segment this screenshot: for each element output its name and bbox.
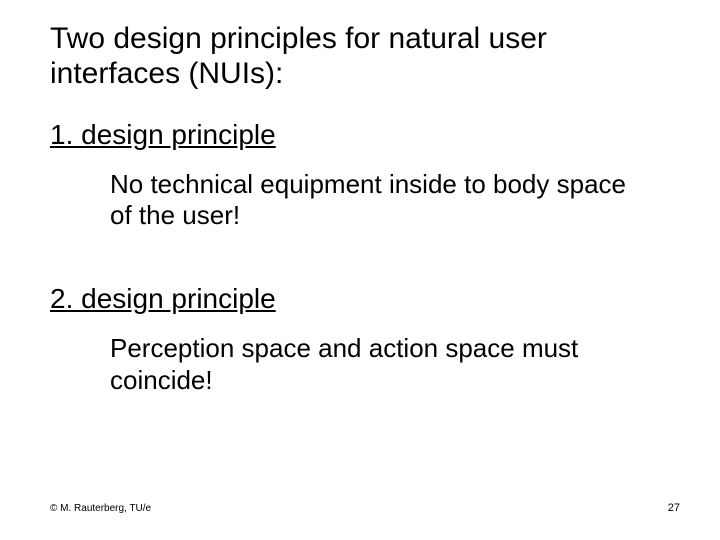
- principle-2-heading: 2. design principle: [50, 283, 670, 315]
- principle-1-heading: 1. design principle: [50, 119, 670, 151]
- slide: Two design principles for natural user i…: [0, 0, 720, 540]
- copyright: © M. Rauterberg, TU/e: [50, 503, 151, 514]
- footer: © M. Rauterberg, TU/e 27: [50, 502, 680, 514]
- principle-2-body: Perception space and action space must c…: [110, 333, 630, 395]
- principle-1: 1. design principle No technical equipme…: [50, 119, 670, 231]
- page-number: 27: [668, 502, 680, 514]
- slide-title: Two design principles for natural user i…: [50, 22, 670, 91]
- principle-1-body: No technical equipment inside to body sp…: [110, 169, 630, 231]
- principle-2: 2. design principle Perception space and…: [50, 283, 670, 395]
